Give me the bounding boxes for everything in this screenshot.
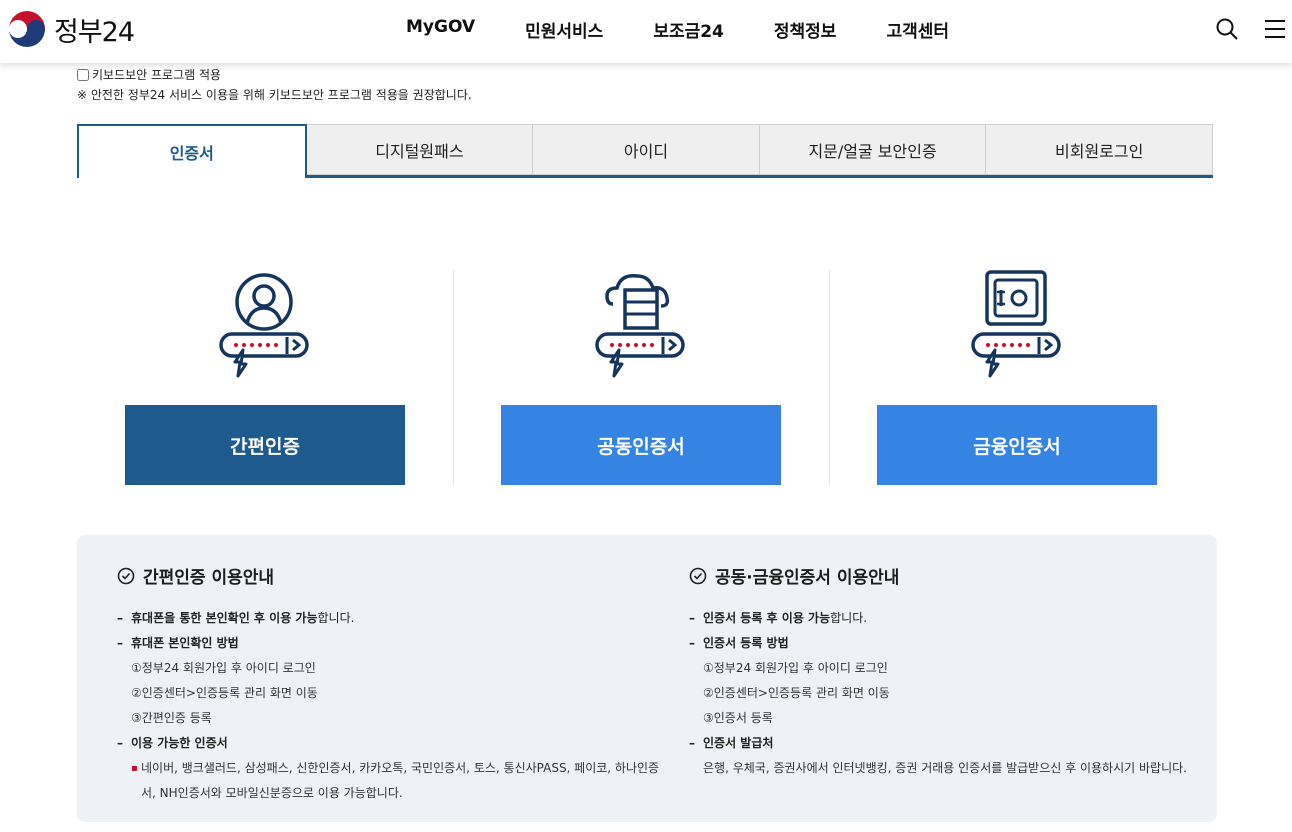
check-circle-icon bbox=[689, 567, 707, 584]
tab-non-member[interactable]: 비회원로그인 bbox=[986, 124, 1213, 175]
certificate-guide-title: 공동·금융인증서 이용안내 bbox=[689, 563, 1187, 588]
simple-auth-guide-title: 간편인증 이용안내 bbox=[117, 563, 661, 588]
search-icon[interactable] bbox=[1215, 17, 1239, 41]
guide-step: ①정부24 회원가입 후 아이디 로그인 bbox=[131, 661, 316, 675]
guide-detail: ▪ 네이버, 뱅크샐러드, 삼성패스, 신한인증서, 카카오톡, 국민인증서, 토… bbox=[131, 761, 660, 800]
simple-auth-button[interactable]: 간편인증 bbox=[125, 405, 405, 485]
tab-id[interactable]: 아이디 bbox=[533, 124, 760, 175]
guide-item: – 인증서 등록 방법 bbox=[689, 636, 789, 650]
tab-biometric[interactable]: 지문/얼굴 보안인증 bbox=[759, 124, 987, 175]
joint-certificate-button[interactable]: 공동인증서 bbox=[501, 405, 781, 485]
card-divider bbox=[829, 270, 830, 485]
guide-item: – 휴대폰을 통한 본인확인 후 이용 가능 합니다. bbox=[117, 611, 355, 625]
nav-mygov[interactable]: MyGOV bbox=[406, 17, 475, 42]
guide-detail: 은행, 우체국, 증권사에서 인터넷뱅킹, 증권 거래용 인증서를 발급받으신 … bbox=[703, 761, 1187, 775]
guide-item: – 인증서 발급처 bbox=[689, 736, 774, 750]
nav-customer-center[interactable]: 고객센터 bbox=[886, 17, 949, 42]
tab-digital-onepass[interactable]: 디지털원패스 bbox=[306, 124, 534, 175]
card-divider bbox=[453, 270, 454, 485]
site-header: 정부24 MyGOV 민원서비스 보조금24 정책정보 고객센터 bbox=[0, 0, 1292, 63]
guide-item: – 이용 가능한 인증서 bbox=[117, 736, 228, 750]
guide-item: – 휴대폰 본인확인 방법 bbox=[117, 636, 239, 650]
cloud-server-login-icon bbox=[595, 274, 685, 378]
guide-step: ②인증센터>인증등록 관리 화면 이동 bbox=[703, 686, 890, 700]
tab-certificate[interactable]: 인증서 bbox=[77, 124, 307, 178]
financial-certificate-button[interactable]: 금융인증서 bbox=[877, 405, 1157, 485]
simple-auth-guide: 간편인증 이용안내 – 휴대폰을 통한 본인확인 후 이용 가능 합니다. – 휴대폰… bbox=[117, 563, 661, 806]
guide-step: ③인증서 등록 bbox=[703, 711, 773, 725]
guide-step: ③간편인증 등록 bbox=[131, 711, 212, 725]
nav-civil-service[interactable]: 민원서비스 bbox=[525, 17, 603, 42]
guide-step: ②인증센터>인증등록 관리 화면 이동 bbox=[131, 686, 318, 700]
guide-item: – 인증서 등록 후 이용 가능 합니다. bbox=[689, 611, 868, 625]
usage-guide: 간편인증 이용안내 – 휴대폰을 통한 본인확인 후 이용 가능 합니다. – 휴대폰… bbox=[77, 535, 1217, 822]
certificate-options: 간편인증 공동인증서 금융인증서 bbox=[77, 270, 1213, 485]
check-circle-icon bbox=[117, 567, 135, 584]
taegeuk-logo-icon bbox=[9, 11, 45, 47]
user-login-icon bbox=[219, 273, 309, 378]
guide-title-text: 공동·금융인증서 이용안내 bbox=[715, 568, 900, 588]
safe-login-icon bbox=[971, 270, 1061, 378]
guide-step: ①정부24 회원가입 후 아이디 로그인 bbox=[703, 661, 888, 675]
keyboard-security-option[interactable]: 키보드보안 프로그램 적용 bbox=[77, 66, 221, 83]
keyboard-security-checkbox[interactable] bbox=[77, 68, 89, 81]
login-tabs: 인증서 디지털원패스 아이디 지문/얼굴 보안인증 비회원로그인 bbox=[77, 124, 1213, 178]
guide-title-text: 간편인증 이용안내 bbox=[143, 568, 275, 588]
main-nav: MyGOV 민원서비스 보조금24 정책정보 고객센터 bbox=[406, 17, 999, 42]
nav-policy-info[interactable]: 정책정보 bbox=[774, 17, 837, 42]
keyboard-security-label: 키보드보안 프로그램 적용 bbox=[92, 68, 222, 82]
logo-text: 정부24 bbox=[54, 16, 135, 48]
keyboard-security-note: ※ 안전한 정부24 서비스 이용을 위해 키보드보안 프로그램 적용을 권장합… bbox=[77, 88, 472, 102]
site-logo[interactable]: 정부24 bbox=[8, 10, 135, 48]
certificate-guide: 공동·금융인증서 이용안내 – 인증서 등록 후 이용 가능 합니다. – 인증서 등… bbox=[689, 563, 1187, 781]
nav-subsidy[interactable]: 보조금24 bbox=[653, 17, 724, 42]
hamburger-menu-icon[interactable] bbox=[1263, 17, 1287, 41]
